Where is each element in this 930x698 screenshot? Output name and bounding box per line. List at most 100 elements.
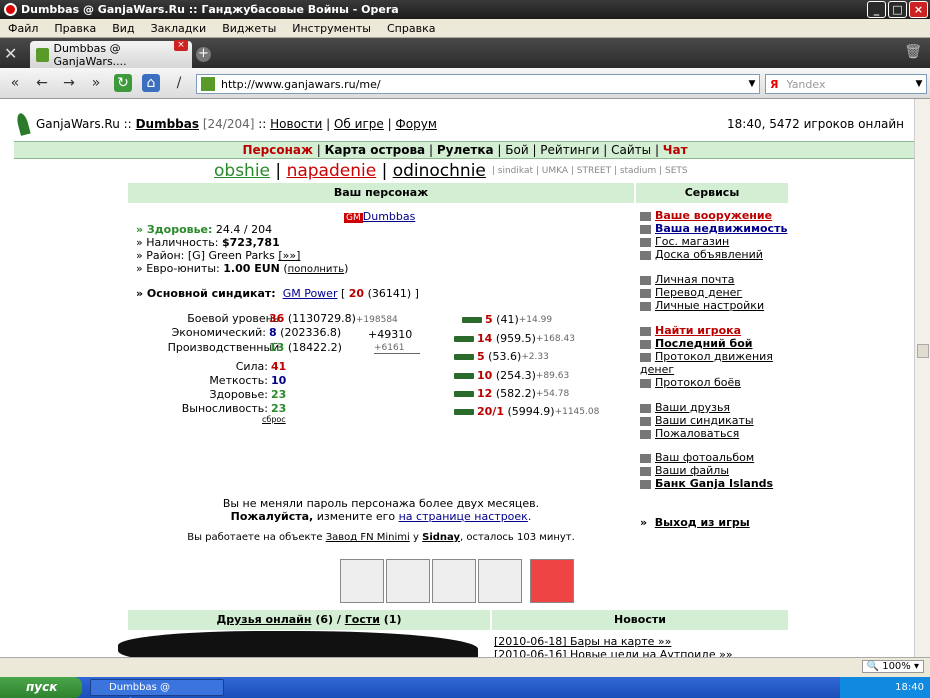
friends-link[interactable]: Друзья онлайн xyxy=(216,613,311,626)
menu-help[interactable]: Справка xyxy=(379,22,443,35)
menu-bookmarks[interactable]: Закладки xyxy=(143,22,215,35)
service-settings[interactable]: Личные настройки xyxy=(640,299,764,312)
service-friends-link[interactable]: Ваши друзья xyxy=(655,401,730,414)
service-transfer-link[interactable]: Перевод денег xyxy=(655,286,742,299)
item-grenade-launcher[interactable] xyxy=(340,559,384,603)
close-window-button[interactable]: × xyxy=(909,1,928,18)
new-tab-button[interactable]: + xyxy=(196,47,211,62)
reset-link[interactable]: сброс xyxy=(262,415,286,424)
guests-link[interactable]: Гости xyxy=(345,613,380,626)
service-battlelog-link[interactable]: Протокол боёв xyxy=(655,376,741,389)
topup-link[interactable]: пополнить xyxy=(288,264,344,275)
forward-icon[interactable]: → xyxy=(60,74,78,92)
news-item-1[interactable]: [2010-06-18] Бары на карте »» xyxy=(494,635,671,648)
service-find-link[interactable]: Найти игрока xyxy=(655,324,741,337)
service-property[interactable]: Ваша недвижимость xyxy=(640,222,787,235)
syndicate-icon xyxy=(640,416,651,426)
service-settings-link[interactable]: Личные настройки xyxy=(655,299,764,312)
fast-forward-icon[interactable]: » xyxy=(87,74,105,92)
menu-island-map[interactable]: Карта острова xyxy=(325,143,426,157)
service-weapons[interactable]: Ваше вооружение xyxy=(640,209,772,222)
browser-tab[interactable]: Dumbbas @ GanjaWars.... × xyxy=(30,40,192,68)
work-owner-link[interactable]: Sidnay xyxy=(422,532,460,543)
service-bank-link[interactable]: Банк Ganja Islands xyxy=(655,477,773,490)
service-complain-link[interactable]: Пожаловаться xyxy=(655,427,739,440)
news-link[interactable]: Новости xyxy=(270,117,322,131)
service-shop-link[interactable]: Гос. магазин xyxy=(655,235,729,248)
menu-sites[interactable]: Сайты xyxy=(611,143,651,157)
service-battlelog[interactable]: Протокол боёв xyxy=(640,376,741,389)
menu-battle[interactable]: Бой xyxy=(505,143,528,157)
service-transfer[interactable]: Перевод денег xyxy=(640,286,742,299)
service-friends[interactable]: Ваши друзья xyxy=(640,401,730,414)
service-syndicates-link[interactable]: Ваши синдикаты xyxy=(655,414,754,427)
menu-edit[interactable]: Правка xyxy=(46,22,104,35)
service-files[interactable]: Ваши файлы xyxy=(640,464,729,477)
district-link[interactable]: [»»] xyxy=(278,249,300,262)
work-object-link[interactable]: Завод FN Minimi xyxy=(326,532,410,543)
service-moneylog[interactable]: Протокол движения денег xyxy=(640,350,790,376)
rewind-icon[interactable]: « xyxy=(6,74,24,92)
service-board[interactable]: Доска объявлений xyxy=(640,248,763,261)
back-icon[interactable]: ← xyxy=(33,74,51,92)
service-board-link[interactable]: Доска объявлений xyxy=(655,248,763,261)
service-complain[interactable]: Пожаловаться xyxy=(640,427,739,440)
item-helicopter[interactable] xyxy=(386,559,430,603)
tab-obshie[interactable]: obshie xyxy=(214,161,270,181)
service-album[interactable]: Ваш фотоальбом xyxy=(640,451,754,464)
service-property-link[interactable]: Ваша недвижимость xyxy=(655,222,787,235)
menu-chat[interactable]: Чат xyxy=(663,143,688,157)
tab-napadenie[interactable]: napadenie xyxy=(287,161,377,181)
close-tab-icon[interactable]: × xyxy=(174,40,188,51)
menu-view[interactable]: Вид xyxy=(104,22,142,35)
service-mail[interactable]: Личная почта xyxy=(640,273,735,286)
trash-icon[interactable]: 🗑 xyxy=(904,44,922,60)
forum-link[interactable]: Форум xyxy=(395,117,436,131)
menu-file[interactable]: Файл xyxy=(0,22,46,35)
service-find[interactable]: Найти игрока xyxy=(640,324,741,337)
menu-tools[interactable]: Инструменты xyxy=(284,22,379,35)
character-name[interactable]: Dumbbas xyxy=(363,210,416,223)
item-scope[interactable] xyxy=(478,559,522,603)
syndicate-link[interactable]: GM Power xyxy=(283,287,338,300)
service-moneylog-link[interactable]: Протокол движения денег xyxy=(640,350,773,376)
reload-icon[interactable]: ↻ xyxy=(114,74,132,92)
menu-widgets[interactable]: Виджеты xyxy=(214,22,284,35)
user-link[interactable]: Dumbbas xyxy=(136,117,199,131)
service-lastbattle[interactable]: Последний бой xyxy=(640,337,752,350)
tab-odinochnie[interactable]: odinochnie xyxy=(393,161,486,181)
search-dropdown-icon[interactable]: ▼ xyxy=(912,75,926,93)
start-button[interactable]: пуск xyxy=(0,677,82,698)
search-field[interactable]: Я Yandex ▼ xyxy=(765,74,927,94)
address-dropdown-icon[interactable]: ▼ xyxy=(745,75,759,93)
vertical-scrollbar[interactable] xyxy=(914,99,930,657)
service-syndicates[interactable]: Ваши синдикаты xyxy=(640,414,754,427)
service-album-link[interactable]: Ваш фотоальбом xyxy=(655,451,754,464)
scroll-thumb[interactable] xyxy=(917,344,929,358)
tools-icon[interactable]: ✕ xyxy=(4,44,17,63)
zoom-control[interactable]: 🔍 100% ▾ xyxy=(861,660,924,673)
menu-roulette[interactable]: Рулетка xyxy=(437,143,494,157)
menu-character[interactable]: Персонаж xyxy=(242,143,312,157)
service-shop[interactable]: Гос. магазин xyxy=(640,235,729,248)
item-medkit[interactable] xyxy=(530,559,574,603)
service-weapons-link[interactable]: Ваше вооружение xyxy=(655,209,772,222)
settings-link[interactable]: на странице настроек xyxy=(399,510,528,523)
item-guitar[interactable] xyxy=(432,559,476,603)
maximize-button[interactable]: □ xyxy=(888,1,907,18)
exit-link[interactable]: Выход из игры xyxy=(655,516,750,529)
about-link[interactable]: Об игре xyxy=(334,117,384,131)
minimize-button[interactable]: _ xyxy=(867,1,886,18)
news-item-2[interactable]: [2010-06-16] Новые цели на Аутпоиде »» xyxy=(494,648,733,657)
level-label-2: Производственный: xyxy=(167,341,283,354)
taskbar-opera[interactable]: Dumbbas @ GanjaWa... xyxy=(90,679,224,698)
menu-ratings[interactable]: Рейтинги xyxy=(540,143,599,157)
address-field[interactable]: http://www.ganjawars.ru/me/ ▼ xyxy=(196,74,760,94)
tab-others[interactable]: | sindikat | UMKA | STREET | stadium | S… xyxy=(492,166,688,176)
service-lastbattle-link[interactable]: Последний бой xyxy=(655,337,752,350)
service-files-link[interactable]: Ваши файлы xyxy=(655,464,729,477)
wand-icon[interactable]: / xyxy=(170,74,188,92)
service-mail-link[interactable]: Личная почта xyxy=(655,273,735,286)
service-bank[interactable]: Банк Ganja Islands xyxy=(640,477,773,490)
home-icon[interactable]: ⌂ xyxy=(142,74,160,92)
